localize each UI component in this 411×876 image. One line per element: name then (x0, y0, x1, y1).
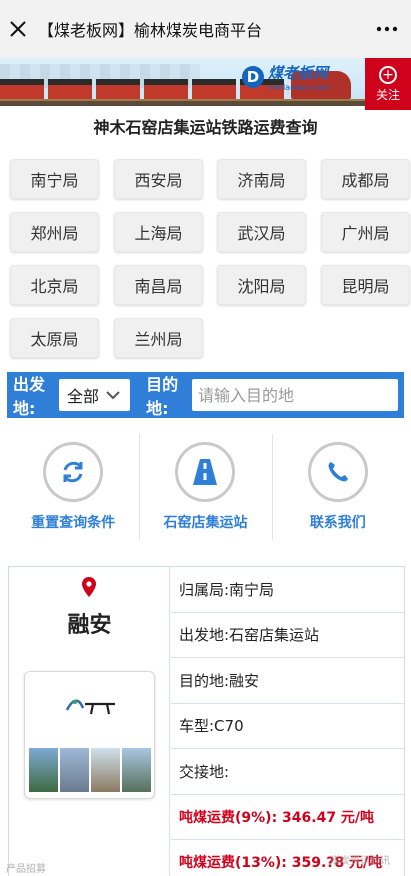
bureau-button[interactable]: 沈阳局 (217, 265, 306, 305)
chevron-down-icon (106, 391, 120, 400)
bureau-button[interactable]: 兰州局 (114, 318, 203, 358)
bureau-button[interactable]: 西安局 (114, 159, 203, 199)
location-pin-icon (82, 577, 96, 597)
car-type-row: 车型:C70 (171, 704, 405, 749)
contact-button[interactable]: 联系我们 (271, 434, 404, 544)
destination-row: 目的地:融安 (171, 658, 405, 704)
bureau-button[interactable]: 上海局 (114, 212, 203, 252)
bureau-button[interactable]: 南昌局 (114, 265, 203, 305)
origin-row: 出发地:石窑店集运站 (171, 613, 405, 658)
destination-city: 融安 (67, 613, 112, 638)
brand-name: 煤老板网 (268, 64, 329, 82)
coal-wagon (0, 79, 44, 99)
freight-9-row: 吨煤运费(9%): 346.47 元/吨 (171, 795, 405, 840)
origin-label: 出发地: (13, 375, 46, 418)
destination-input[interactable] (192, 379, 398, 411)
handover-row: 交接地: (171, 749, 405, 795)
close-button[interactable] (0, 0, 36, 58)
bureau-button[interactable]: 太原局 (10, 318, 99, 358)
coal-wagon (192, 79, 236, 99)
bureau-row: 归属局:南宁局 (171, 567, 405, 613)
city-logo-mark (65, 699, 115, 715)
station-button[interactable]: 石窑店集运站 (139, 434, 271, 544)
road-icon (193, 459, 218, 485)
coal-wagon (144, 79, 188, 99)
bureau-button[interactable]: 武汉局 (217, 212, 306, 252)
bureau-button[interactable]: 北京局 (10, 265, 99, 305)
contact-label: 联系我们 (309, 515, 366, 531)
coal-wagon (48, 79, 92, 99)
bureau-button[interactable]: 郑州局 (10, 212, 99, 252)
bureau-button[interactable]: 广州局 (321, 212, 410, 252)
refresh-icon (63, 461, 83, 483)
origin-select[interactable]: 全部 (58, 379, 131, 411)
bureau-button[interactable]: 南宁局 (10, 159, 99, 199)
phone-icon (328, 462, 348, 482)
logo-mark-icon: D (242, 66, 264, 88)
more-button[interactable] (363, 0, 411, 58)
origin-value: 全部 (66, 387, 99, 406)
brand-logo: D 煤老板网 meilaoban.com (242, 62, 330, 92)
brand-url: meilaoban.com (268, 83, 330, 92)
watermark-left: 产品招募 (6, 864, 46, 875)
contact-icon-circle (307, 442, 368, 502)
watermark-right: 煤炭资讯快讯 (330, 856, 390, 867)
station-icon-circle (175, 442, 236, 502)
reset-icon-circle (43, 442, 104, 502)
coal-wagon (96, 79, 140, 99)
result-card: 融安 归属局:南宁局 出发地:石窑店集运站 目的地:融安 车型:C70 交接地:… (8, 566, 405, 876)
more-icon (376, 26, 398, 32)
scenery-photo-strip (29, 748, 151, 792)
nav-title: 【煤老板网】榆林煤炭电商平台 (38, 21, 263, 40)
bureau-button[interactable]: 昆明局 (321, 265, 410, 305)
banner: D 煤老板网 meilaoban.com (0, 58, 411, 106)
result-details: 归属局:南宁局 出发地:石窑店集运站 目的地:融安 车型:C70 交接地: 吨煤… (171, 567, 405, 876)
bureau-button[interactable]: 济南局 (217, 159, 306, 199)
plus-icon: + (379, 65, 397, 84)
destination-label: 目的地: (146, 375, 179, 418)
action-row: 重置查询条件 石窑店集运站 联系我们 (7, 434, 404, 544)
reset-query-label: 重置查询条件 (31, 515, 116, 531)
page-title: 神木石窑店集运站铁路运费查询 (93, 118, 318, 137)
follow-label: 关注 (375, 87, 400, 102)
reset-query-button[interactable]: 重置查询条件 (7, 434, 139, 544)
bureau-button[interactable]: 成都局 (321, 159, 410, 199)
station-label: 石窑店集运站 (163, 515, 248, 531)
search-bar: 出发地: 全部 目的地: (7, 372, 404, 418)
top-nav-bar: 【煤老板网】榆林煤炭电商平台 (0, 0, 411, 58)
rail-track (0, 101, 411, 106)
close-icon (10, 21, 26, 37)
destination-image (24, 671, 155, 799)
follow-button[interactable]: + 关注 (365, 58, 411, 110)
result-destination-panel: 融安 (9, 567, 170, 876)
